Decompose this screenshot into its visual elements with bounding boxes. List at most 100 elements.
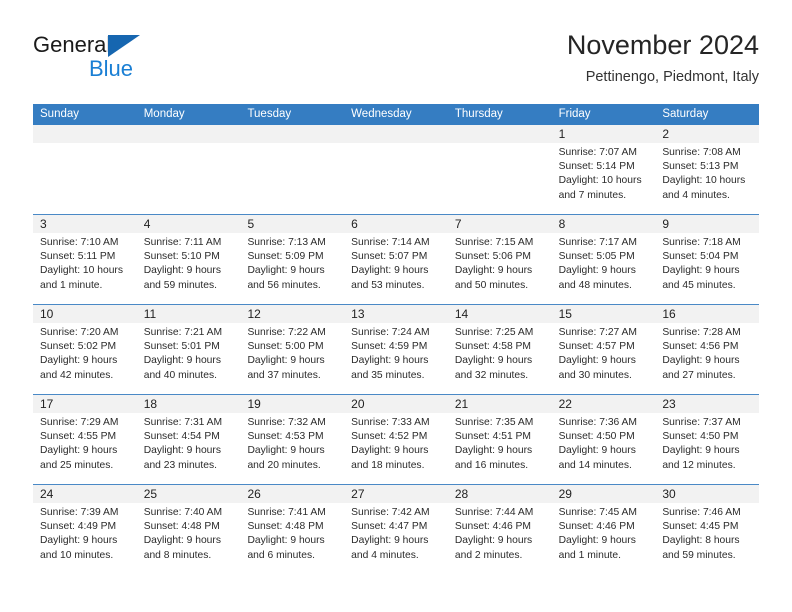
page-subtitle: Pettinengo, Piedmont, Italy: [585, 69, 759, 85]
sunset-text: Sunset: 5:13 PM: [662, 161, 739, 173]
calendar-day-cell[interactable]: 30 Sunrise: 7:46 AM Sunset: 4:45 PM Dayligh…: [655, 485, 760, 574]
calendar-day-cell[interactable]: 26 Sunrise: 7:41 AM Sunset: 4:48 PM Dayligh…: [240, 485, 345, 574]
calendar-day-cell[interactable]: 4 Sunrise: 7:11 AM Sunset: 5:10 PM Daylight…: [136, 215, 241, 304]
calendar-day-cell[interactable]: 15 Sunrise: 7:27 AM Sunset: 4:57 PM Dayligh…: [551, 305, 656, 394]
sunset-text: Sunset: 4:51 PM: [454, 431, 532, 443]
calendar-day-cell[interactable]: 27 Sunrise: 7:42 AM Sunset: 4:47 PM Dayligh…: [344, 485, 448, 574]
calendar-day-cell[interactable]: 9 Sunrise: 7:18 AM Sunset: 5:04 PM Daylight…: [655, 215, 760, 304]
daylight-text-line1: Daylight: 9 hours: [247, 535, 325, 547]
calendar-day-cell[interactable]: 25 Sunrise: 7:40 AM Sunset: 4:48 PM Dayligh…: [136, 485, 241, 574]
sunrise-text: Sunrise: 7:20 AM: [40, 327, 119, 338]
day-sun-info: Sunrise: 7:32 AM Sunset: 4:53 PM Daylight:…: [240, 413, 344, 473]
sunrise-text: Sunrise: 7:44 AM: [454, 507, 534, 518]
sunset-text: Sunset: 4:53 PM: [247, 431, 324, 443]
sunset-text: Sunset: 4:55 PM: [40, 431, 117, 443]
calendar-day-cell[interactable]: 19 Sunrise: 7:32 AM Sunset: 4:53 PM Dayligh…: [240, 395, 345, 484]
daylight-text-line1: Daylight: 9 hours: [40, 355, 118, 367]
sunrise-text: Sunrise: 7:42 AM: [351, 507, 430, 518]
calendar-day-cell[interactable]: 10 Sunrise: 7:20 AM Sunset: 5:02 PM Dayligh…: [33, 305, 137, 394]
day-number-band: 17: [33, 395, 137, 413]
daylight-text-line1: Daylight: 9 hours: [143, 355, 221, 367]
day-sun-info: Sunrise: 7:08 AM Sunset: 5:13 PM Daylight:…: [655, 143, 759, 203]
calendar-day-cell[interactable]: 6 Sunrise: 7:14 AM Sunset: 5:07 PM Daylight…: [344, 215, 448, 304]
weekday-header-friday: Friday: [558, 108, 591, 120]
day-number-band: 10: [33, 305, 137, 323]
weekday-header-wednesday: Wednesday: [351, 108, 412, 120]
day-sun-info: Sunrise: 7:42 AM Sunset: 4:47 PM Daylight:…: [344, 503, 448, 563]
day-number-band: [344, 125, 448, 143]
calendar-day-cell[interactable]: 24 Sunrise: 7:39 AM Sunset: 4:49 PM Dayligh…: [33, 485, 137, 574]
calendar-day-cell[interactable]: 1 Sunrise: 7:07 AM Sunset: 5:14 PM Daylight…: [551, 125, 656, 214]
day-sun-info: Sunrise: 7:31 AM Sunset: 4:54 PM Daylight:…: [137, 413, 241, 473]
daylight-text-line1: Daylight: 9 hours: [143, 265, 221, 277]
calendar-day-cell[interactable]: 5 Sunrise: 7:13 AM Sunset: 5:09 PM Daylight…: [240, 215, 345, 304]
day-number: 13: [351, 307, 365, 321]
calendar-day-cell[interactable]: 17 Sunrise: 7:29 AM Sunset: 4:55 PM Dayligh…: [33, 395, 137, 484]
day-sun-info: Sunrise: 7:36 AM Sunset: 4:50 PM Daylight:…: [552, 413, 656, 473]
daylight-text-line2: and 48 minutes.: [558, 279, 632, 291]
day-sun-info: Sunrise: 7:17 AM Sunset: 5:05 PM Daylight:…: [552, 233, 656, 293]
calendar-day-cell[interactable]: 7 Sunrise: 7:15 AM Sunset: 5:06 PM Daylight…: [447, 215, 552, 304]
daylight-text-line1: Daylight: 9 hours: [247, 355, 325, 367]
calendar-day-cell[interactable]: 23 Sunrise: 7:37 AM Sunset: 4:50 PM Dayligh…: [655, 395, 760, 484]
day-number-band: 30: [655, 485, 760, 503]
generalblue-logo[interactable]: General Blue: [33, 32, 213, 90]
daylight-text-line2: and 32 minutes.: [454, 369, 529, 381]
calendar-day-cell[interactable]: 12 Sunrise: 7:22 AM Sunset: 5:00 PM Dayligh…: [240, 305, 345, 394]
day-number-band: 21: [447, 395, 552, 413]
day-sun-info: Sunrise: 7:14 AM Sunset: 5:07 PM Daylight:…: [344, 233, 448, 293]
day-number-band: 11: [136, 305, 241, 323]
daylight-text-line2: and 59 minutes.: [662, 549, 736, 561]
daylight-text-line1: Daylight: 9 hours: [558, 535, 636, 547]
calendar-day-cell[interactable]: 18 Sunrise: 7:31 AM Sunset: 4:54 PM Dayligh…: [136, 395, 241, 484]
day-number-band: 6: [344, 215, 448, 233]
calendar-day-cell[interactable]: 13 Sunrise: 7:24 AM Sunset: 4:59 PM Dayligh…: [344, 305, 448, 394]
calendar-day-cell[interactable]: 20 Sunrise: 7:33 AM Sunset: 4:52 PM Dayligh…: [344, 395, 448, 484]
daylight-text-line2: and 6 minutes.: [247, 549, 315, 561]
sunrise-text: Sunrise: 7:22 AM: [247, 327, 326, 338]
daylight-text-line1: Daylight: 10 hours: [662, 175, 746, 187]
calendar-day-cell[interactable]: 3 Sunrise: 7:10 AM Sunset: 5:11 PM Daylight…: [33, 215, 137, 304]
sunrise-text: Sunrise: 7:32 AM: [247, 417, 326, 428]
calendar-day-cell[interactable]: 22 Sunrise: 7:36 AM Sunset: 4:50 PM Dayligh…: [551, 395, 656, 484]
title-block: November 2024 Pettinengo, Piedmont, Ital…: [567, 28, 759, 88]
calendar-day-cell[interactable]: 16 Sunrise: 7:28 AM Sunset: 4:56 PM Dayligh…: [655, 305, 760, 394]
sunrise-text: Sunrise: 7:14 AM: [351, 237, 430, 248]
calendar-day-cell-empty: [344, 125, 448, 214]
day-number: 21: [454, 397, 469, 411]
sunrise-text: Sunrise: 7:18 AM: [662, 237, 741, 248]
day-sun-info: Sunrise: 7:11 AM Sunset: 5:10 PM Daylight:…: [137, 233, 241, 293]
daylight-text-line1: Daylight: 8 hours: [662, 535, 740, 547]
daylight-text-line1: Daylight: 9 hours: [558, 355, 636, 367]
day-number: 12: [247, 307, 261, 321]
calendar-day-cell[interactable]: 11 Sunrise: 7:21 AM Sunset: 5:01 PM Dayligh…: [136, 305, 241, 394]
day-number: 2: [662, 127, 669, 141]
day-number: 16: [662, 307, 676, 321]
calendar-day-cell[interactable]: 28 Sunrise: 7:44 AM Sunset: 4:46 PM Dayligh…: [447, 485, 552, 574]
calendar-day-cell-empty: [33, 125, 137, 214]
day-number-band: 3: [33, 215, 137, 233]
sunset-text: Sunset: 4:56 PM: [662, 341, 739, 353]
sunset-text: Sunset: 4:48 PM: [143, 521, 220, 533]
day-number: 6: [351, 217, 358, 231]
sunrise-text: Sunrise: 7:31 AM: [143, 417, 223, 428]
weekday-header-sunday: Sunday: [40, 108, 80, 120]
daylight-text-line1: Daylight: 9 hours: [40, 535, 118, 547]
day-number: 11: [143, 307, 157, 321]
day-number-band: 16: [655, 305, 760, 323]
calendar-day-cell[interactable]: 21 Sunrise: 7:35 AM Sunset: 4:51 PM Dayligh…: [447, 395, 552, 484]
day-sun-info: Sunrise: 7:35 AM Sunset: 4:51 PM Daylight:…: [448, 413, 552, 473]
sunset-text: Sunset: 4:46 PM: [454, 521, 532, 533]
daylight-text-line1: Daylight: 9 hours: [143, 445, 221, 457]
daylight-text-line1: Daylight: 9 hours: [662, 355, 740, 367]
sunrise-text: Sunrise: 7:28 AM: [662, 327, 741, 338]
calendar-day-cell[interactable]: 29 Sunrise: 7:45 AM Sunset: 4:46 PM Dayligh…: [551, 485, 656, 574]
calendar-day-cell[interactable]: 8 Sunrise: 7:17 AM Sunset: 5:05 PM Daylight…: [551, 215, 656, 304]
sunset-text: Sunset: 4:50 PM: [662, 431, 739, 443]
calendar-weeks: 1 Sunrise: 7:07 AM Sunset: 5:14 PM Daylight…: [33, 125, 760, 574]
calendar-day-cell[interactable]: 14 Sunrise: 7:25 AM Sunset: 4:58 PM Dayligh…: [447, 305, 552, 394]
daylight-text-line2: and 45 minutes.: [662, 279, 736, 291]
sunset-text: Sunset: 5:06 PM: [454, 251, 532, 263]
calendar-day-cell[interactable]: 2 Sunrise: 7:08 AM Sunset: 5:13 PM Daylight…: [655, 125, 760, 214]
day-number: 22: [558, 397, 572, 411]
